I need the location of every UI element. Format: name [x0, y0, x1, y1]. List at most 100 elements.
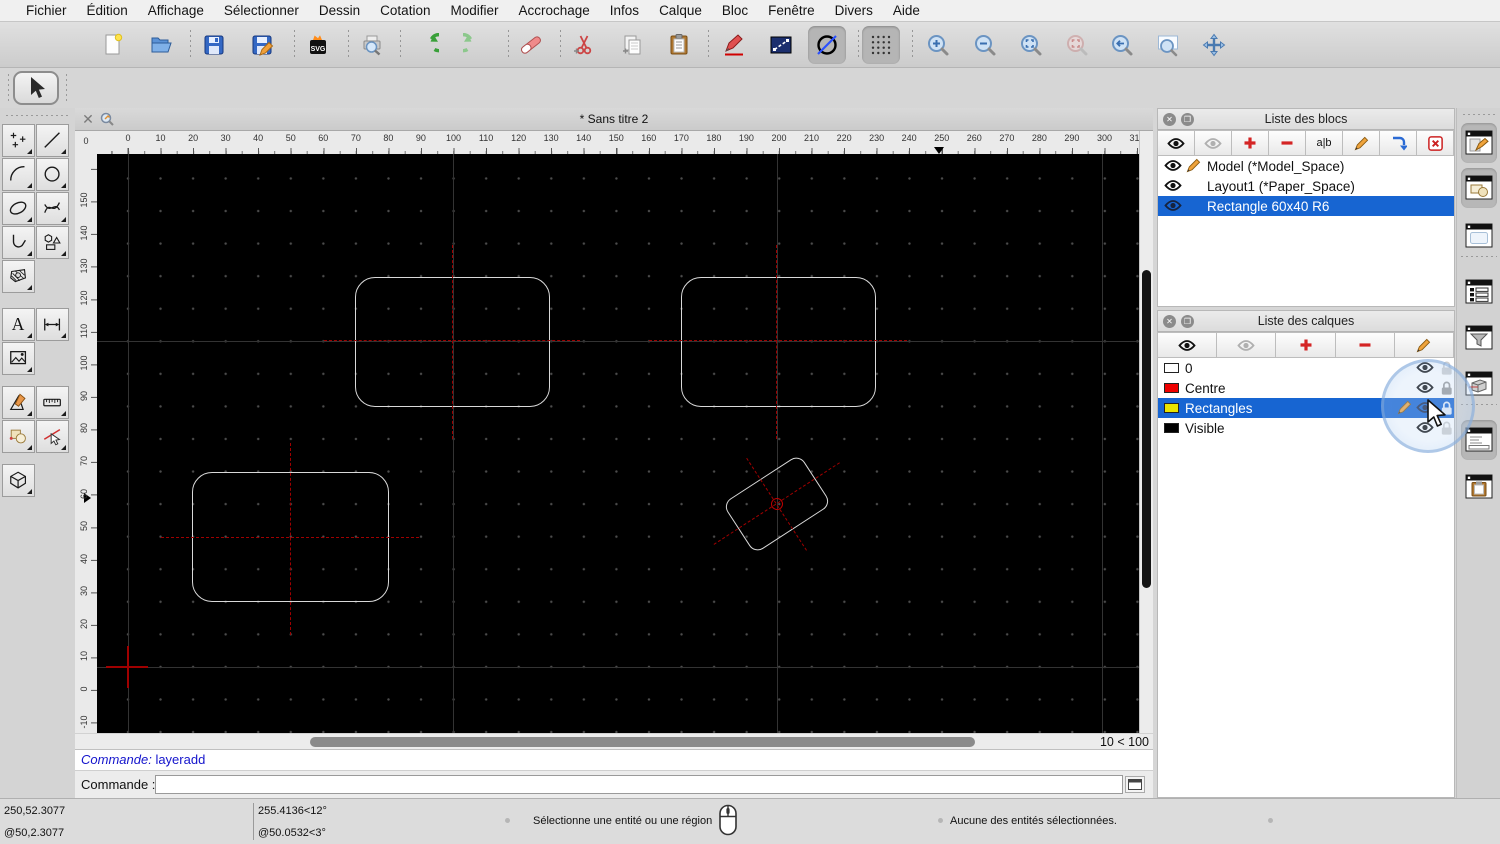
menu-affichage[interactable]: Affichage	[138, 0, 214, 21]
zoom-pan-icon[interactable]	[1195, 26, 1233, 64]
save-icon[interactable]	[195, 26, 233, 64]
show-all-blocks-icon[interactable]	[1157, 130, 1195, 156]
line-attributes-icon[interactable]	[762, 26, 800, 64]
centerline[interactable]	[452, 245, 453, 439]
tool-circle-icon[interactable]	[36, 158, 69, 191]
grid-icon[interactable]	[862, 26, 900, 64]
layer-visibility-eye-icon[interactable]	[1416, 361, 1434, 377]
hide-all-blocks-icon[interactable]	[1194, 130, 1232, 156]
zoom-previous-icon[interactable]	[1058, 26, 1096, 64]
cut-icon[interactable]	[565, 26, 603, 64]
dock-filter-panel-icon[interactable]	[1461, 318, 1497, 358]
zoom-auto-icon[interactable]	[1012, 26, 1050, 64]
dock-layers-panel-icon[interactable]	[1461, 272, 1497, 312]
zoom-in-icon[interactable]	[919, 26, 957, 64]
copy-icon[interactable]	[614, 26, 652, 64]
insert-block-icon[interactable]	[1379, 130, 1417, 156]
tool-points-icon[interactable]	[2, 124, 35, 157]
layer-row[interactable]: Rectangles	[1158, 398, 1454, 418]
print-preview-icon[interactable]	[353, 26, 391, 64]
menu-dessin[interactable]: Dessin	[309, 0, 370, 21]
open-file-icon[interactable]	[142, 26, 180, 64]
rename-block-icon[interactable]: a|b	[1305, 130, 1343, 156]
dock-preview-panel-icon[interactable]	[1461, 216, 1497, 256]
vertical-scrollbar-thumb[interactable]	[1142, 270, 1151, 588]
edit-layer-icon[interactable]	[1393, 332, 1455, 358]
horizontal-scrollbar-thumb[interactable]	[310, 737, 975, 747]
remove-layer-icon[interactable]	[1334, 332, 1395, 358]
layer-lock-icon[interactable]	[1439, 400, 1454, 419]
tool-ellipse-icon[interactable]	[2, 192, 35, 225]
command-input[interactable]	[155, 775, 1123, 794]
new-file-icon[interactable]	[94, 26, 132, 64]
paste-icon[interactable]	[660, 26, 698, 64]
layer-row[interactable]: 0	[1158, 358, 1454, 378]
draft-mode-icon[interactable]	[808, 26, 846, 64]
zoom-window-icon[interactable]	[1149, 26, 1187, 64]
tool-modify-icon[interactable]	[2, 386, 35, 419]
block-row[interactable]: Model (*Model_Space)	[1158, 156, 1454, 176]
menu-accrochage[interactable]: Accrochage	[508, 0, 599, 21]
menu-fenetre[interactable]: Fenêtre	[758, 0, 825, 21]
undo-icon[interactable]	[408, 26, 446, 64]
layer-visibility-eye-icon[interactable]	[1416, 381, 1434, 397]
edit-block-icon[interactable]	[1342, 130, 1380, 156]
tool-dimension-icon[interactable]	[36, 308, 69, 341]
drawing-canvas[interactable]	[97, 154, 1139, 733]
cad-rectangle-rotated[interactable]	[666, 393, 887, 614]
menu-edition[interactable]: Édition	[77, 0, 138, 21]
menu-selectionner[interactable]: Sélectionner	[214, 0, 309, 21]
tool-line-icon[interactable]	[36, 124, 69, 157]
save-as-icon[interactable]	[243, 26, 281, 64]
tool-text-icon[interactable]: A	[2, 308, 35, 341]
tool-polyline-icon[interactable]	[2, 226, 35, 259]
menu-bloc[interactable]: Bloc	[712, 0, 758, 21]
vertical-scrollbar[interactable]	[1139, 131, 1153, 733]
remove-block-icon[interactable]	[1268, 130, 1306, 156]
layer-lock-icon[interactable]	[1439, 420, 1454, 439]
menu-aide[interactable]: Aide	[883, 0, 930, 21]
menu-modifier[interactable]: Modifier	[440, 0, 508, 21]
visibility-eye-icon[interactable]	[1164, 159, 1182, 175]
delete-block-icon[interactable]	[1416, 130, 1454, 156]
menu-divers[interactable]: Divers	[825, 0, 883, 21]
dock-command-panel-icon[interactable]	[1461, 420, 1497, 460]
tool-hatch-icon[interactable]	[2, 260, 35, 293]
visibility-eye-icon[interactable]	[1164, 199, 1182, 215]
cad-rectangle-2[interactable]	[681, 277, 876, 407]
delete-icon[interactable]	[512, 26, 550, 64]
centerline[interactable]	[290, 443, 291, 635]
layer-visibility-eye-icon[interactable]	[1416, 421, 1434, 437]
tool-arc-icon[interactable]	[2, 158, 35, 191]
tool-order-icon[interactable]	[2, 420, 35, 453]
show-all-layers-icon[interactable]	[1157, 332, 1218, 358]
block-row[interactable]: Rectangle 60x40 R6	[1158, 196, 1454, 216]
menu-cotation[interactable]: Cotation	[370, 0, 440, 21]
tool-spline-icon[interactable]	[36, 192, 69, 225]
layer-lock-icon[interactable]	[1439, 360, 1454, 379]
visibility-eye-icon[interactable]	[1164, 179, 1182, 195]
add-layer-icon[interactable]	[1275, 332, 1336, 358]
dock-library-panel-icon[interactable]	[1461, 168, 1497, 208]
layer-row[interactable]: Visible	[1158, 418, 1454, 438]
export-svg-icon[interactable]: SVG	[299, 26, 337, 64]
add-block-icon[interactable]	[1231, 130, 1269, 156]
layer-lock-icon[interactable]	[1439, 380, 1454, 399]
horizontal-scrollbar[interactable]: 10 < 100	[75, 733, 1153, 749]
select-tool-button[interactable]	[13, 71, 59, 105]
layer-row[interactable]: Centre	[1158, 378, 1454, 398]
dock-blocks-panel-icon[interactable]	[1461, 123, 1497, 163]
command-keyboard-icon[interactable]	[1125, 776, 1145, 793]
zoom-back-icon[interactable]	[1103, 26, 1141, 64]
tool-select-entity-icon[interactable]	[36, 420, 69, 453]
layer-visibility-eye-icon[interactable]	[1416, 401, 1434, 417]
dock-clipboard-panel-icon[interactable]	[1461, 467, 1497, 507]
menu-calque[interactable]: Calque	[649, 0, 712, 21]
zoom-out-icon[interactable]	[966, 26, 1004, 64]
tool-solid-3d-icon[interactable]	[2, 464, 35, 497]
menu-fichier[interactable]: Fichier	[16, 0, 77, 21]
tool-shapes-icon[interactable]	[36, 226, 69, 259]
tool-image-icon[interactable]	[2, 342, 35, 375]
dock-materials-panel-icon[interactable]	[1461, 364, 1497, 404]
centerline[interactable]	[649, 340, 907, 341]
